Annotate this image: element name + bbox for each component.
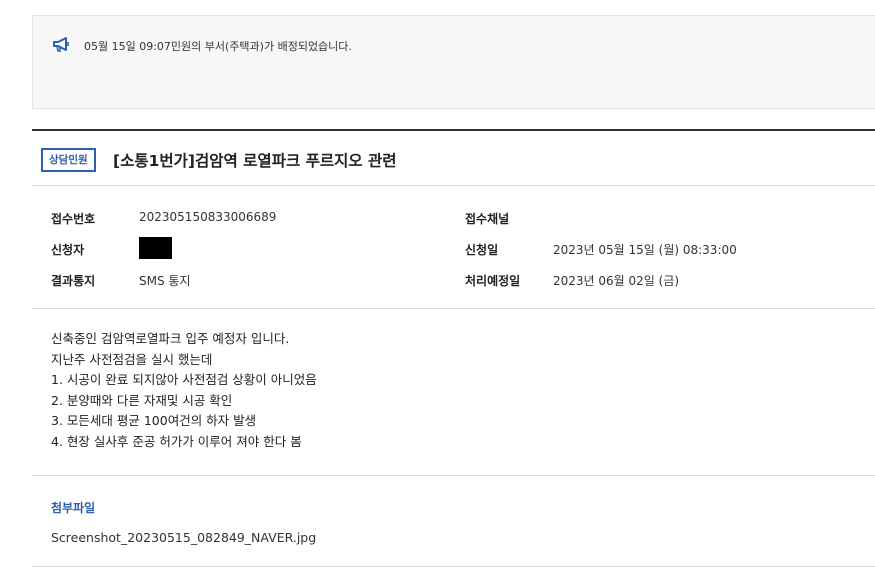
result-notice-label: 결과통지 (51, 274, 96, 288)
megaphone-icon (52, 37, 72, 53)
attachment-file-link[interactable]: Screenshot_20230515_082849_NAVER.jpg (51, 530, 316, 545)
receipt-no-value: 202305150833006689 (139, 210, 277, 224)
notice-text: 05월 15일 09:07민원의 부서(주택과)가 배정되었습니다. (84, 40, 352, 53)
notice-box: 05월 15일 09:07민원의 부서(주택과)가 배정되었습니다. (32, 15, 875, 109)
complaint-body: 신축중인 검암역로열파크 입주 예정자 입니다. 지난주 사전점검을 실시 했는… (51, 329, 317, 452)
applicant-name-redacted (139, 237, 172, 259)
apply-date-value: 2023년 05월 15일 (월) 08:33:00 (553, 243, 737, 257)
attachments-section: 첨부파일 Screenshot_20230515_082849_NAVER.jp… (32, 475, 875, 567)
body-line: 신축중인 검암역로열파크 입주 예정자 입니다. (51, 331, 290, 346)
complaint-type-badge: 상담민원 (41, 148, 96, 172)
due-date-value: 2023년 06월 02일 (금) (553, 274, 680, 288)
body-line: 2. 분양때와 다른 자재및 시공 확인 (51, 392, 233, 408)
body-line: 4. 현장 실사후 준공 허가가 이루어 져야 한다 봄 (51, 433, 302, 449)
body-line: 1. 시공이 완료 되지않아 사전점검 상황이 아니었음 (51, 372, 317, 387)
due-date-label: 처리예정일 (465, 274, 521, 288)
channel-label: 접수채널 (465, 212, 510, 226)
attachments-title: 첨부파일 (51, 501, 96, 515)
complaint-info: 접수번호 202305150833006689 접수채널 신청자 신청일 202… (32, 185, 875, 309)
complaint-title: [소통1번가]검암역 로열파크 푸르지오 관련 (113, 152, 397, 170)
body-line: 지난주 사전점검을 실시 했는데 (51, 351, 213, 367)
receipt-no-label: 접수번호 (51, 212, 96, 226)
complaint-header: 상담민원 [소통1번가]검암역 로열파크 푸르지오 관련 (32, 131, 875, 186)
body-line: 3. 모든세대 평균 100여건의 하자 발생 (51, 413, 257, 428)
result-notice-value: SMS 통지 (139, 274, 191, 288)
applicant-label: 신청자 (51, 243, 85, 257)
apply-date-label: 신청일 (465, 243, 499, 257)
